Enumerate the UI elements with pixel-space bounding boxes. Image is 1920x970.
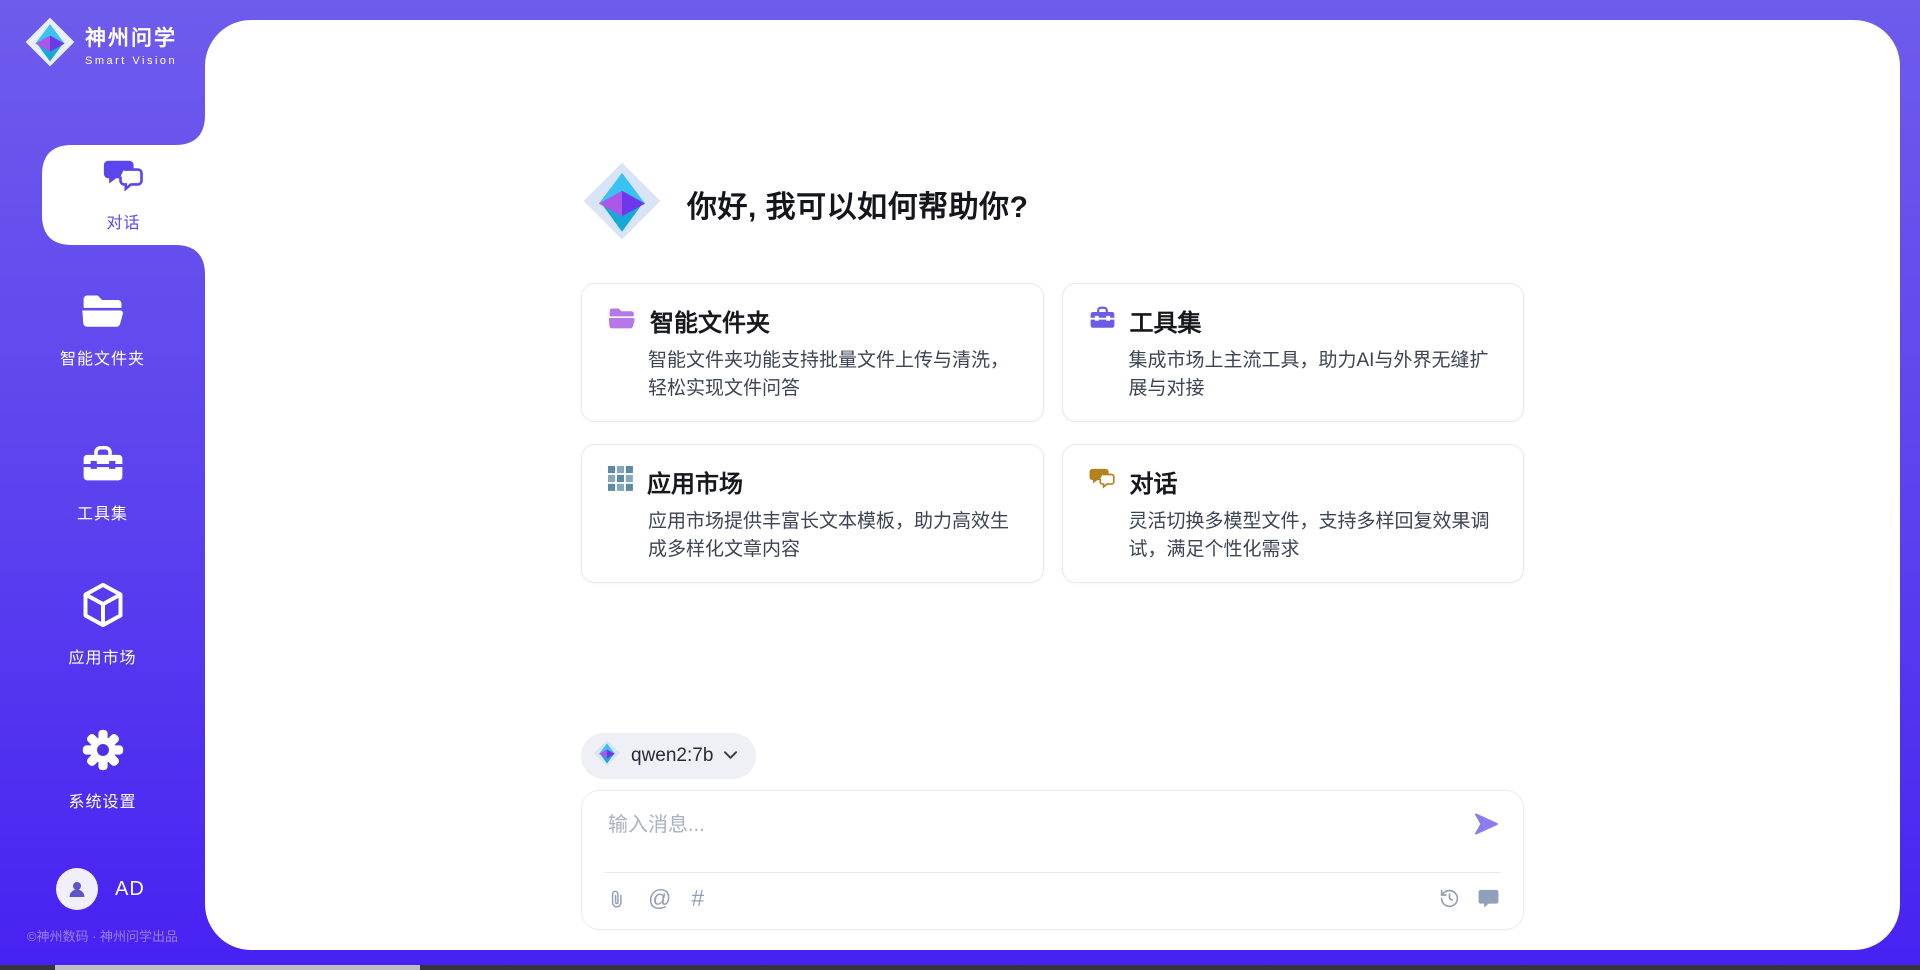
toolbox-icon bbox=[81, 445, 125, 489]
model-diamond-icon bbox=[593, 739, 621, 772]
greeting-title: 你好, 我可以如何帮助你? bbox=[687, 182, 1029, 226]
model-name: qwen2:7b bbox=[631, 745, 713, 767]
toolbox-icon bbox=[1089, 306, 1116, 335]
model-selector[interactable]: qwen2:7b bbox=[581, 733, 756, 779]
sidebar-item-settings[interactable]: 系统设置 bbox=[0, 728, 205, 812]
chat-bubbles-icon bbox=[103, 158, 145, 200]
card-toolset[interactable]: 工具集 集成市场上主流工具，助力AI与外界无缝扩展与对接 bbox=[1062, 283, 1525, 422]
copyright-text: ©神州数码 · 神州问学出品 bbox=[0, 926, 205, 945]
grid-icon bbox=[608, 466, 633, 496]
sidebar-item-label: 智能文件夹 bbox=[60, 345, 145, 369]
sidebar-item-label: 应用市场 bbox=[68, 644, 136, 668]
folder-open-icon bbox=[608, 306, 636, 335]
card-title: 对话 bbox=[1130, 464, 1178, 499]
card-title: 智能文件夹 bbox=[650, 303, 770, 338]
sidebar-item-chat[interactable]: 对话 bbox=[42, 145, 205, 245]
app-logo: 神州问学 Smart Vision bbox=[24, 16, 177, 73]
card-description: 集成市场上主流工具，助力AI与外界无缝扩展与对接 bbox=[1129, 347, 1498, 403]
card-chat[interactable]: 对话 灵活切换多模型文件，支持多样回复效果调试，满足个性化需求 bbox=[1062, 444, 1525, 583]
card-description: 应用市场提供丰富长文本模板，助力高效生成多样化文章内容 bbox=[648, 508, 1017, 564]
hash-icon[interactable]: # bbox=[691, 887, 704, 910]
message-input[interactable] bbox=[608, 808, 1471, 856]
card-description: 灵活切换多模型文件，支持多样回复效果调试，满足个性化需求 bbox=[1129, 508, 1498, 564]
feature-cards: 智能文件夹 智能文件夹功能支持批量文件上传与清洗，轻松实现文件问答 工具集 集成… bbox=[581, 283, 1524, 583]
main-panel: 你好, 我可以如何帮助你? 智能文件夹 智能文件夹功能支持批量文件上传与清洗，轻… bbox=[205, 20, 1900, 950]
horizontal-scrollbar[interactable] bbox=[0, 965, 1920, 970]
sidebar-item-label: 工具集 bbox=[77, 500, 128, 524]
user-name: AD bbox=[115, 878, 145, 901]
card-title: 工具集 bbox=[1130, 303, 1202, 338]
sidebar-item-toolset[interactable]: 工具集 bbox=[0, 445, 205, 524]
brand-diamond-icon bbox=[24, 16, 76, 73]
folder-icon bbox=[81, 292, 125, 334]
card-description: 智能文件夹功能支持批量文件上传与清洗，轻松实现文件问答 bbox=[648, 347, 1017, 403]
card-smart-folder[interactable]: 智能文件夹 智能文件夹功能支持批量文件上传与清洗，轻松实现文件问答 bbox=[581, 283, 1044, 422]
brand-subtitle: Smart Vision bbox=[85, 55, 177, 67]
gear-icon bbox=[81, 728, 125, 777]
sidebar: 神州问学 Smart Vision 对话 智能文件夹 bbox=[0, 0, 205, 970]
attach-icon[interactable] bbox=[608, 888, 628, 910]
chat-bubbles-icon bbox=[1089, 467, 1116, 496]
sidebar-item-smart-folder[interactable]: 智能文件夹 bbox=[0, 292, 205, 369]
history-icon[interactable] bbox=[1439, 888, 1460, 909]
brand-name: 神州问学 bbox=[85, 22, 177, 52]
sidebar-item-label: 对话 bbox=[106, 209, 140, 233]
avatar bbox=[56, 868, 98, 910]
chevron-down-icon bbox=[723, 747, 738, 765]
sidebar-item-label: 系统设置 bbox=[68, 788, 136, 812]
greeting-row: 你好, 我可以如何帮助你? bbox=[581, 160, 1524, 247]
feedback-bubble-icon[interactable] bbox=[1478, 889, 1499, 908]
user-account[interactable]: AD bbox=[56, 868, 145, 910]
sidebar-item-app-market[interactable]: 应用市场 bbox=[0, 582, 205, 668]
send-icon[interactable] bbox=[1471, 812, 1501, 840]
card-title: 应用市场 bbox=[647, 464, 743, 499]
card-app-market[interactable]: 应用市场 应用市场提供丰富长文本模板，助力高效生成多样化文章内容 bbox=[581, 444, 1044, 583]
mention-icon[interactable]: @ bbox=[648, 887, 671, 910]
scrollbar-thumb[interactable] bbox=[55, 965, 420, 970]
cube-icon bbox=[82, 582, 124, 633]
brand-diamond-icon bbox=[581, 160, 663, 247]
message-composer: @ # bbox=[581, 790, 1524, 930]
